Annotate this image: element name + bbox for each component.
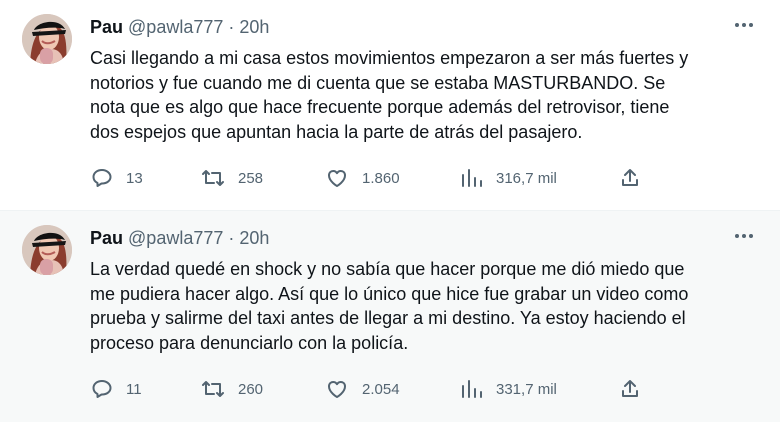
tweet-thread: Pau @pawla777 · 20h Casi llegando a mi c… [0, 0, 780, 422]
reply-icon [92, 380, 112, 398]
views-count: 331,7 mil [496, 380, 557, 398]
more-button[interactable] [732, 228, 756, 244]
more-button[interactable] [732, 17, 756, 33]
like-count: 1.860 [362, 169, 400, 187]
retweet-button[interactable]: 258 [200, 164, 263, 192]
retweet-count: 260 [238, 380, 264, 398]
profile-photo-icon [22, 225, 72, 275]
retweet-icon [202, 170, 224, 186]
tweet-actions: 13 258 1.860 316,7 mil [90, 164, 650, 192]
separator-dot: · [228, 17, 235, 37]
reply-button[interactable]: 13 [90, 164, 143, 192]
reply-count: 13 [126, 169, 143, 187]
like-count: 2.054 [362, 380, 400, 398]
views-button[interactable]: 316,7 mil [458, 164, 557, 192]
tweet[interactable]: Pau @pawla777 · 20h La verdad quedé en s… [0, 210, 780, 422]
author-handle[interactable]: @pawla777 [128, 17, 223, 37]
separator-dot: · [228, 228, 235, 248]
share-button[interactable] [618, 164, 642, 192]
tweet-header: Pau @pawla777 · 20h [90, 16, 760, 38]
tweet-text: Casi llegando a mi casa estos movimiento… [90, 48, 689, 142]
author-name[interactable]: Pau [90, 17, 123, 37]
more-icon [735, 23, 753, 27]
heart-icon [328, 381, 346, 398]
author-handle[interactable]: @pawla777 [128, 228, 223, 248]
reply-button[interactable]: 11 [90, 375, 142, 403]
retweet-button[interactable]: 260 [200, 375, 263, 403]
profile-photo-icon [22, 14, 72, 64]
avatar[interactable] [22, 225, 72, 275]
more-icon [735, 234, 753, 238]
tweet-text: La verdad quedé en shock y no sabía que … [90, 259, 689, 353]
share-icon [622, 169, 638, 186]
share-button[interactable] [618, 375, 642, 403]
share-icon [622, 380, 638, 397]
views-icon [462, 380, 482, 398]
tweet-actions: 11 260 2.054 331,7 mil [90, 375, 650, 403]
views-icon [462, 169, 482, 187]
like-button[interactable]: 1.860 [324, 164, 400, 192]
timestamp[interactable]: 20h [239, 228, 269, 248]
views-count: 316,7 mil [496, 169, 557, 187]
like-button[interactable]: 2.054 [324, 375, 400, 403]
views-button[interactable]: 331,7 mil [458, 375, 557, 403]
reply-icon [92, 169, 112, 187]
tweet-header: Pau @pawla777 · 20h [90, 227, 760, 249]
avatar[interactable] [22, 14, 72, 64]
retweet-icon [202, 381, 224, 397]
tweet[interactable]: Pau @pawla777 · 20h Casi llegando a mi c… [0, 0, 780, 210]
heart-icon [328, 170, 346, 187]
reply-count: 11 [126, 380, 142, 398]
author-name[interactable]: Pau [90, 228, 123, 248]
timestamp[interactable]: 20h [239, 17, 269, 37]
retweet-count: 258 [238, 169, 264, 187]
